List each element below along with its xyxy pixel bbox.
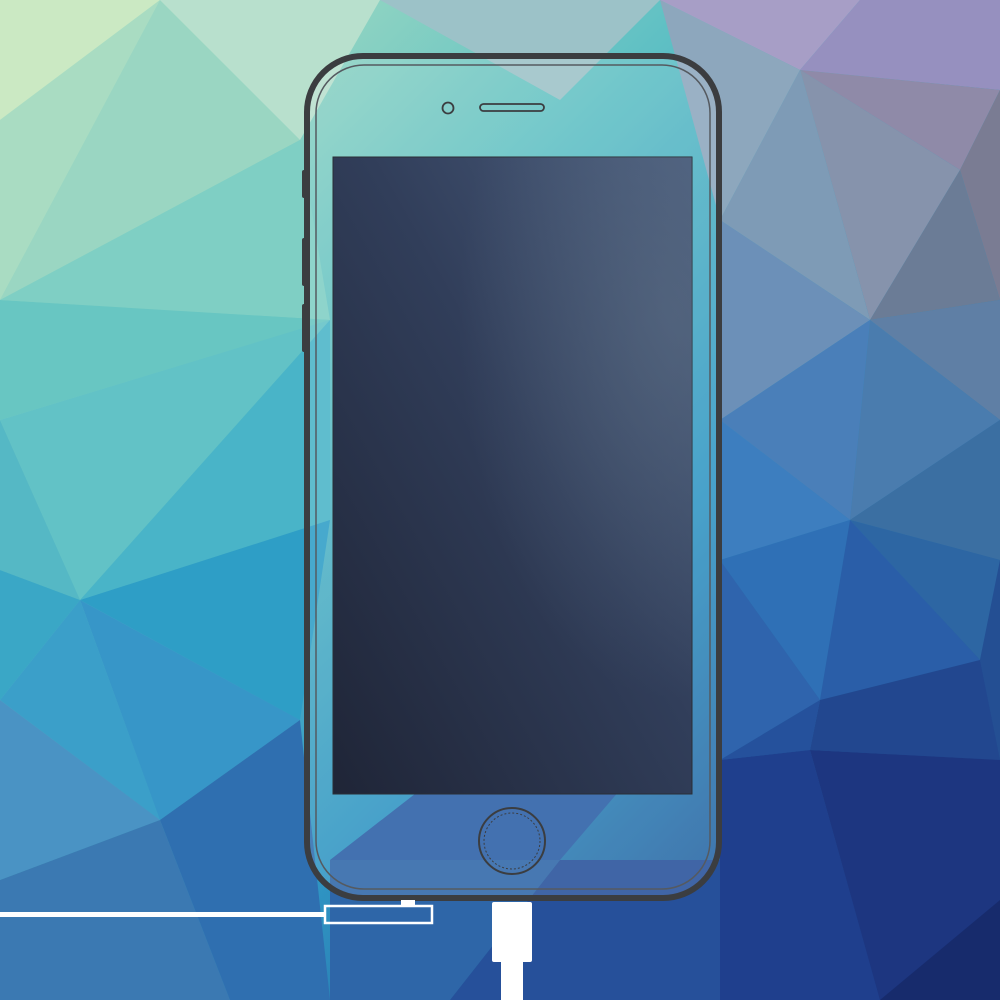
stage: [0, 0, 1000, 1000]
charging-cable: [0, 900, 434, 925]
phone-screen[interactable]: [332, 156, 693, 795]
phone-illustration: [0, 53, 722, 1000]
lightning-connector: [492, 902, 532, 1000]
